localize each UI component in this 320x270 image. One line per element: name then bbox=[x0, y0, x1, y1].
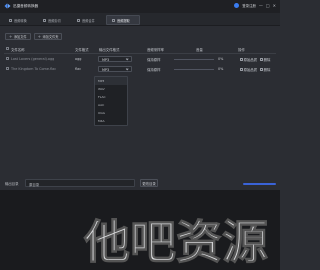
table-row: The Kingdom To Come.flac flac MP3 保持原样 0… bbox=[4, 64, 276, 74]
cut-icon bbox=[43, 18, 46, 22]
watermark-logo: 他吧资源 bbox=[83, 215, 269, 269]
toolbar: + 添加文件 + 添加文件夹 bbox=[5, 33, 63, 40]
login-button[interactable]: 登录注册 bbox=[242, 3, 256, 8]
tab-label: 音频转换 bbox=[14, 18, 27, 23]
quality-button[interactable]: 原始品质 bbox=[240, 57, 257, 62]
delete-label: 删除 bbox=[263, 58, 271, 62]
header-volume: 音量 bbox=[196, 48, 203, 52]
table-row: Lost Lovers (general).ogg ogg MP3 保持原样 0… bbox=[4, 54, 276, 64]
header-format: 文件格式 bbox=[75, 48, 89, 52]
tab-audio-cut[interactable]: 音频剪切 bbox=[38, 15, 72, 25]
chevron-down-icon bbox=[125, 57, 129, 62]
tab-audio-convert[interactable]: 音频转换 bbox=[4, 15, 38, 25]
dropdown-option[interactable]: OGG bbox=[95, 109, 127, 117]
output-format-value: MP3 bbox=[102, 57, 110, 62]
delete-button[interactable]: 删除 bbox=[260, 67, 270, 72]
change-dir-button[interactable]: 更改目录 bbox=[140, 179, 158, 187]
quality-label: 原始品质 bbox=[243, 68, 258, 72]
header-ops: 操作 bbox=[238, 48, 245, 52]
tab-label: 音频剪切 bbox=[48, 18, 61, 23]
header-sample-rate: 音频采样率 bbox=[147, 48, 164, 52]
tab-audio-merge[interactable]: 音频合并 bbox=[72, 15, 106, 25]
dropdown-option[interactable]: M4A bbox=[95, 117, 127, 125]
row-checkbox[interactable] bbox=[6, 67, 9, 70]
plus-icon: + bbox=[9, 33, 13, 39]
tab-label: 音频合并 bbox=[82, 18, 95, 23]
sample-rate[interactable]: 保持原样 bbox=[147, 57, 161, 62]
file-format: flac bbox=[75, 67, 82, 71]
volume-slider[interactable] bbox=[174, 58, 214, 60]
table-header: 文件名称 文件格式 输出文件格式 音频采样率 音量 操作 bbox=[4, 44, 276, 54]
output-dir-row: 输出目录 原目录 更改目录 bbox=[0, 176, 280, 190]
watermark-text: 他吧资源 bbox=[83, 215, 268, 268]
tab-audio-extract[interactable]: 音频提取 bbox=[106, 15, 140, 25]
dropdown-option[interactable]: FLAC bbox=[95, 93, 127, 101]
close-button[interactable]: ✕ bbox=[273, 3, 276, 8]
output-format-select[interactable]: MP3 bbox=[98, 65, 132, 72]
delete-label: 删除 bbox=[263, 68, 271, 72]
dropdown-option[interactable]: WAV bbox=[95, 85, 127, 93]
delete-button[interactable]: 删除 bbox=[260, 57, 270, 62]
volume-value: 0% bbox=[218, 57, 224, 61]
row-checkbox[interactable] bbox=[6, 57, 9, 60]
quality-button[interactable]: 原始品质 bbox=[240, 67, 257, 72]
output-format-select[interactable]: MP3 bbox=[98, 55, 132, 62]
add-file-button[interactable]: + 添加文件 bbox=[5, 33, 31, 40]
quality-icon bbox=[240, 68, 243, 71]
volume-value: 0% bbox=[218, 67, 224, 71]
quality-label: 原始品质 bbox=[243, 58, 258, 62]
title-bar: 迅捷音频转换器 登录注册 — □ ✕ bbox=[0, 0, 280, 13]
user-icon[interactable] bbox=[234, 3, 240, 8]
maximize-button[interactable]: □ bbox=[266, 3, 270, 8]
dropdown-option[interactable]: MP3 bbox=[95, 77, 127, 85]
tab-label: 音频提取 bbox=[117, 18, 130, 23]
tab-bar: 音频转换 音频剪切 音频合并 音频提取 bbox=[0, 13, 280, 26]
minimize-button[interactable]: — bbox=[259, 3, 263, 8]
extract-icon bbox=[112, 18, 115, 22]
header-output: 输出文件格式 bbox=[99, 48, 120, 52]
convert-icon bbox=[9, 18, 12, 22]
trash-icon bbox=[260, 58, 263, 61]
output-dir-label: 输出目录 bbox=[5, 182, 19, 186]
output-dir-field[interactable]: 原目录 bbox=[25, 179, 135, 187]
plus-icon: + bbox=[37, 33, 41, 39]
start-convert-button[interactable] bbox=[243, 183, 276, 185]
app-title: 迅捷音频转换器 bbox=[13, 4, 39, 8]
dropdown-option[interactable]: AAC bbox=[95, 101, 127, 109]
file-name: The Kingdom To Come.flac bbox=[11, 67, 57, 71]
merge-icon bbox=[77, 18, 80, 22]
add-file-label: 添加文件 bbox=[13, 35, 27, 39]
file-name: Lost Lovers (general).ogg bbox=[11, 57, 55, 61]
add-folder-button[interactable]: + 添加文件夹 bbox=[33, 33, 63, 40]
volume-slider[interactable] bbox=[174, 68, 214, 70]
select-all-checkbox[interactable] bbox=[6, 47, 9, 50]
app-logo-icon bbox=[4, 3, 11, 9]
header-name: 文件名称 bbox=[11, 48, 25, 52]
output-dir-value: 原目录 bbox=[29, 182, 40, 187]
sample-rate[interactable]: 保持原样 bbox=[147, 67, 161, 72]
add-folder-label: 添加文件夹 bbox=[42, 35, 59, 39]
output-format-value: MP3 bbox=[102, 67, 110, 72]
output-format-dropdown: MP3 WAV FLAC AAC OGG M4A bbox=[94, 76, 128, 126]
quality-icon bbox=[240, 58, 243, 61]
file-table: 文件名称 文件格式 输出文件格式 音频采样率 音量 操作 Lost Lovers… bbox=[4, 44, 276, 74]
trash-icon bbox=[260, 68, 263, 71]
file-format: ogg bbox=[75, 57, 82, 61]
chevron-down-icon bbox=[125, 67, 129, 72]
